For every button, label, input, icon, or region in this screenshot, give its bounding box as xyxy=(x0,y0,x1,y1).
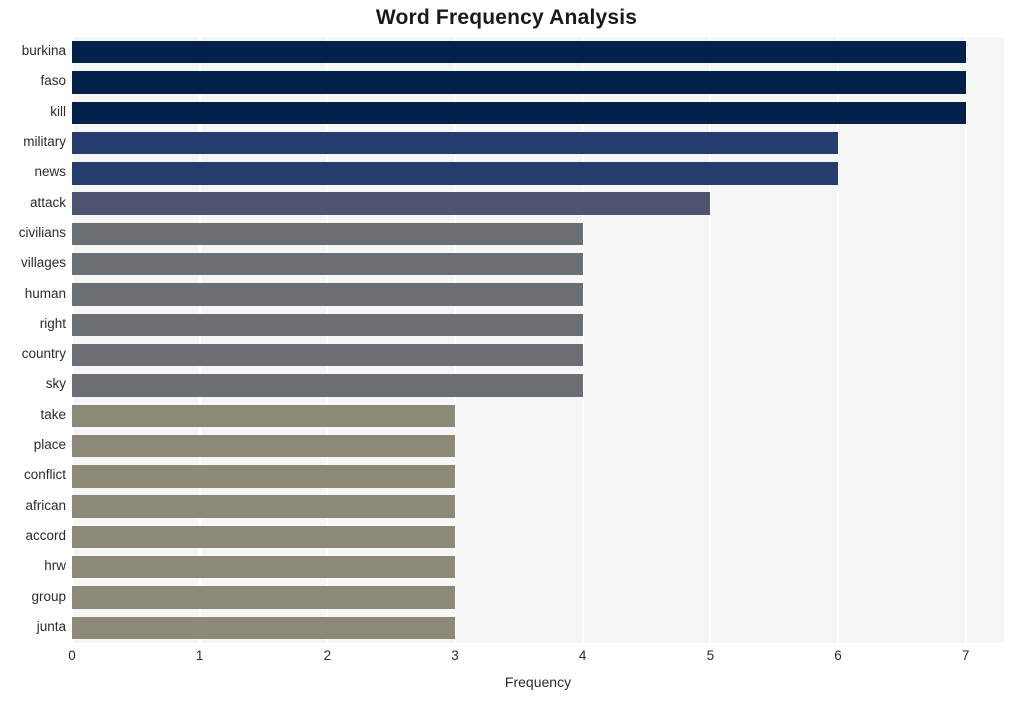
chart-figure: Word Frequency Analysis burkina faso kill m… xyxy=(0,0,1013,701)
x-tick-label-7: 7 xyxy=(961,648,970,663)
bars-layer xyxy=(72,37,1004,643)
chart-title: Word Frequency Analysis xyxy=(375,6,638,29)
bar-country xyxy=(72,343,583,367)
y-tick-label-hrw: hrw xyxy=(44,558,66,574)
x-tick-label-1: 1 xyxy=(195,648,204,663)
bar-sky xyxy=(72,374,583,397)
bar-take xyxy=(72,404,455,427)
x-tick-label-5: 5 xyxy=(706,648,715,663)
y-tick-label-accord: accord xyxy=(25,527,66,543)
y-tick-label-take: take xyxy=(40,406,66,422)
y-tick-label-civilians: civilians xyxy=(18,224,66,240)
bar-conflict xyxy=(72,465,455,488)
y-tick-label-sky: sky xyxy=(45,376,66,392)
bar-civilians xyxy=(72,222,583,246)
x-tick-label-2: 2 xyxy=(323,648,332,663)
bar-hrw xyxy=(72,556,455,579)
x-tick-label-0: 0 xyxy=(68,648,76,663)
y-tick-label-faso: faso xyxy=(40,73,66,89)
y-tick-label-attack: attack xyxy=(29,194,66,210)
bar-accord xyxy=(72,525,455,549)
x-axis-ticks: 0 1 2 3 4 5 6 7 xyxy=(68,643,1004,673)
bar-attack xyxy=(72,192,711,215)
y-tick-label-african: african xyxy=(25,497,66,513)
y-tick-label-news: news xyxy=(34,164,66,180)
bar-place xyxy=(72,434,455,458)
bar-african xyxy=(72,495,455,518)
bar-faso xyxy=(72,71,966,94)
x-tick-label-4: 4 xyxy=(578,648,587,663)
y-tick-label-military: military xyxy=(23,134,66,150)
bar-burkina xyxy=(72,40,966,64)
y-tick-label-kill: kill xyxy=(50,103,66,119)
bar-right xyxy=(72,313,583,337)
y-tick-label-villages: villages xyxy=(20,255,66,271)
y-tick-label-place: place xyxy=(33,437,66,453)
y-tick-label-junta: junta xyxy=(36,618,66,634)
bar-military xyxy=(72,131,839,155)
y-tick-label-human: human xyxy=(24,285,66,301)
bar-junta xyxy=(72,616,455,640)
y-tick-label-right: right xyxy=(39,315,66,331)
y-tick-label-country: country xyxy=(21,346,66,362)
plot-area xyxy=(71,37,1004,643)
bar-group xyxy=(72,586,455,609)
y-tick-label-conflict: conflict xyxy=(23,467,66,483)
bar-news xyxy=(72,162,839,185)
bar-human xyxy=(72,283,583,306)
y-tick-label-burkina: burkina xyxy=(21,43,66,59)
x-tick-label-6: 6 xyxy=(834,648,842,663)
x-tick-label-3: 3 xyxy=(451,648,459,663)
x-axis-title: Frequency xyxy=(504,674,572,690)
y-tick-label-group: group xyxy=(31,588,66,604)
bar-villages xyxy=(72,253,583,276)
bar-kill xyxy=(72,101,966,124)
y-axis-labels: burkina faso kill military news attack civilia… xyxy=(0,37,66,643)
